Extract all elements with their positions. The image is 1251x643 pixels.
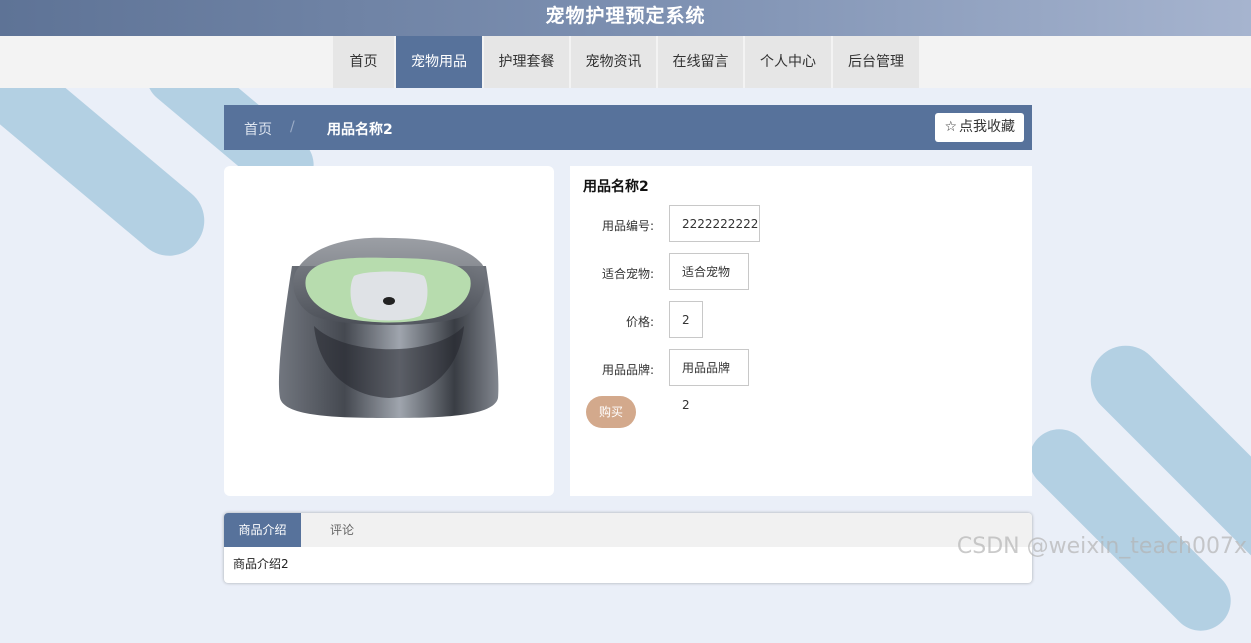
field-value-item-number: 2222222222: [669, 205, 760, 242]
main-nav: 首页 宠物用品 护理套餐 宠物资讯 在线留言 个人中心 后台管理: [0, 36, 1251, 88]
site-header: 宠物护理预定系统: [0, 0, 1251, 36]
breadcrumb-current: 用品名称2: [327, 122, 393, 138]
star-icon: ☆: [944, 119, 957, 135]
nav-item-care-packages[interactable]: 护理套餐: [484, 36, 569, 88]
field-label-item-number: 用品编号:: [601, 219, 654, 233]
nav-item-pet-supplies[interactable]: 宠物用品: [396, 36, 482, 88]
breadcrumb-home-link[interactable]: 首页: [244, 119, 272, 139]
product-tabs: 商品介绍 评论 商品介绍2: [224, 513, 1032, 583]
nav-item-pet-news[interactable]: 宠物资讯: [571, 36, 656, 88]
watermark: CSDN @weixin_teach007x: [956, 534, 1247, 559]
tab-content: 商品介绍2: [233, 557, 289, 571]
product-info-panel: 用品名称2 用品编号: 2222222222 适合宠物: 适合宠物2 价格: 2…: [570, 166, 1032, 496]
site-title: 宠物护理预定系统: [545, 5, 706, 27]
tab-comments[interactable]: 评论: [314, 513, 370, 547]
buy-button[interactable]: 购买: [586, 396, 636, 428]
nav-item-messages[interactable]: 在线留言: [658, 36, 743, 88]
field-label-suitable-pet: 适合宠物:: [601, 267, 654, 281]
tabs-header: 商品介绍 评论: [224, 513, 1032, 547]
product-image-panel: [224, 166, 554, 496]
nav-item-admin[interactable]: 后台管理: [833, 36, 919, 88]
field-value-brand: 用品品牌2: [669, 349, 749, 412]
favorite-button[interactable]: ☆ 点我收藏: [935, 113, 1024, 142]
nav-item-personal-center[interactable]: 个人中心: [745, 36, 831, 88]
field-value-suitable-pet: 适合宠物2: [669, 253, 749, 316]
breadcrumb-separator: /: [290, 119, 295, 135]
field-label-brand: 用品品牌:: [601, 363, 654, 377]
pet-bowl-image: [278, 237, 499, 418]
field-value-price: 2: [669, 301, 703, 338]
product-title: 用品名称2: [583, 179, 649, 195]
tab-product-intro[interactable]: 商品介绍: [224, 513, 301, 547]
field-label-price: 价格:: [625, 315, 654, 329]
favorite-button-label: 点我收藏: [959, 119, 1015, 135]
nav-item-home[interactable]: 首页: [333, 36, 394, 88]
breadcrumb: 首页 / 用品名称2 ☆ 点我收藏: [224, 105, 1032, 150]
